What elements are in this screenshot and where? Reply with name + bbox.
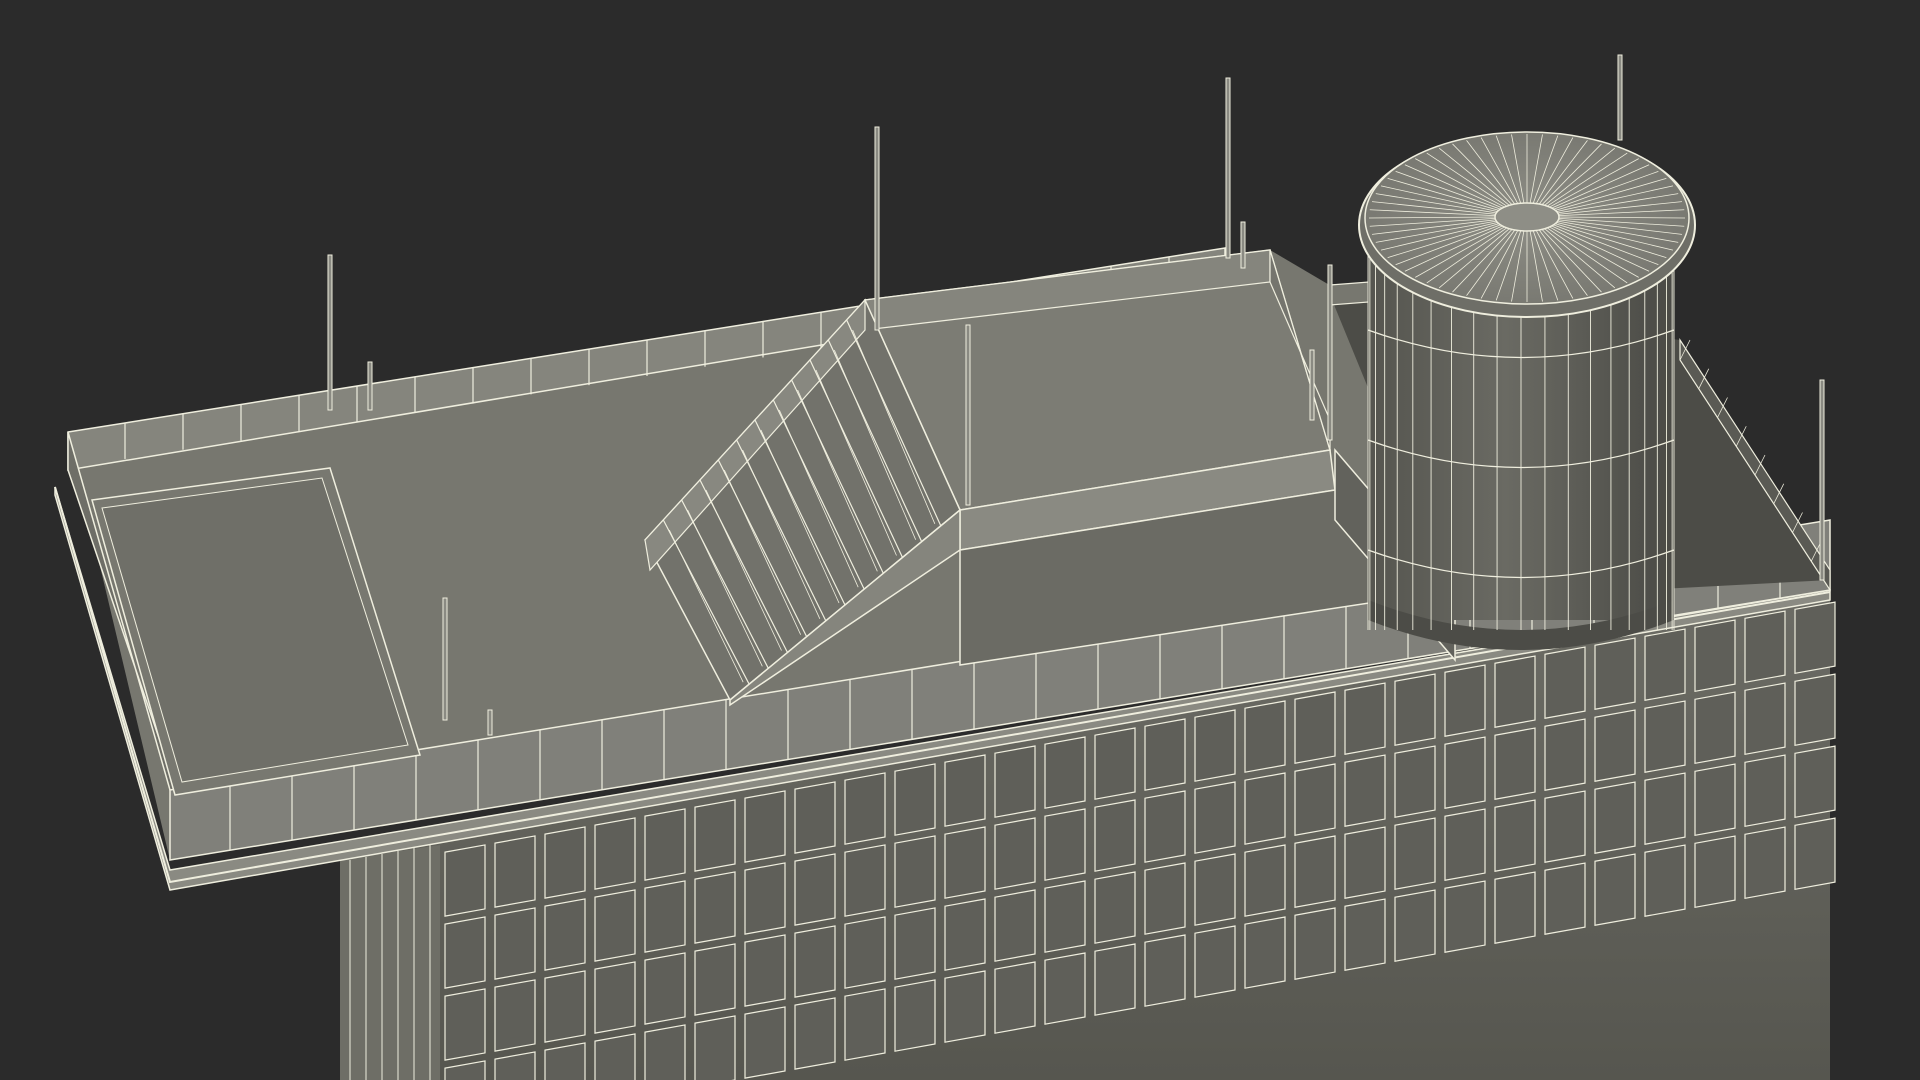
- building-rooftop-scene: [54, 54, 1836, 1080]
- render-viewport: [0, 0, 1920, 1080]
- water-tank: [1358, 131, 1696, 650]
